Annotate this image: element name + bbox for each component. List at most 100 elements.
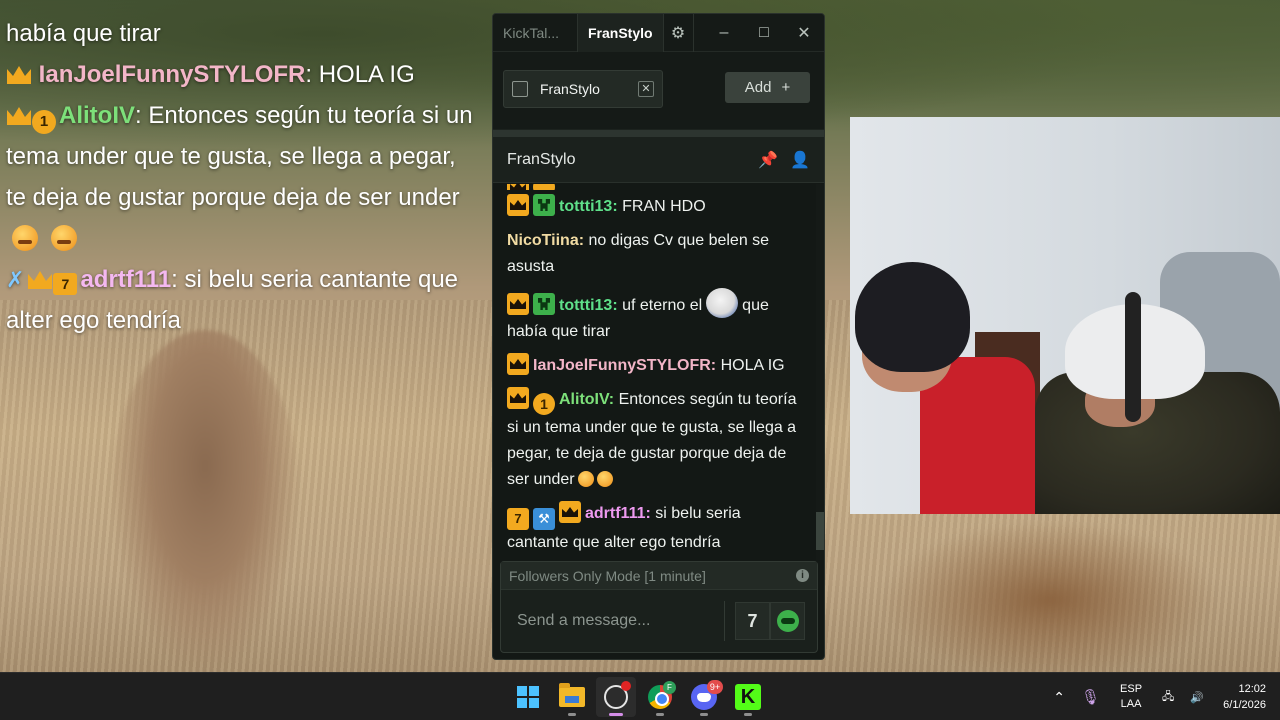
subscriber-badge-icon: 1 [32, 110, 56, 134]
chat-message: 1 AlitoIV: Entonces según tu teoría si un… [507, 387, 805, 493]
system-tray: ⌃ 🎙 ESP LAA 🖧 🔊 12:02 6/1/2026 [1045, 673, 1280, 720]
start-button[interactable] [508, 677, 548, 717]
background-deer [110, 330, 300, 670]
channel-avatar-icon [512, 81, 528, 97]
overlay-message-text: HOLA IG [318, 61, 415, 88]
chat-message: 7 ⚒ adrtf111: si belu seria cantante que a… [507, 501, 805, 556]
clock-date: 6/1/2026 [1223, 699, 1266, 711]
channel-header-title: FranStylo [507, 150, 576, 168]
crown-badge-icon [28, 271, 53, 289]
overlay-message: ✗ 7 adrtf111: si belu seria cantante que a… [6, 259, 476, 341]
chat-username[interactable]: tottti13 [559, 297, 612, 314]
discord-notification-badge: 9+ [707, 680, 723, 694]
user-icon[interactable]: 👤 [790, 150, 810, 170]
file-explorer-button[interactable] [552, 677, 592, 717]
chat-username[interactable]: NicoTiina [507, 232, 579, 249]
language-code: ESP [1120, 683, 1143, 695]
header-icons: 📌 👤 [758, 150, 810, 170]
show-hidden-icons-chevron-icon[interactable]: ⌃ [1045, 673, 1073, 720]
chat-text: uf eterno el [622, 297, 703, 314]
discord-button[interactable]: 9+ [684, 677, 724, 717]
info-icon[interactable]: i [796, 569, 809, 582]
followers-only-notice: Followers Only Mode [1 minute] i [501, 562, 817, 590]
overlay-username: adrtf111 [80, 266, 172, 293]
crown-badge-icon [507, 387, 529, 409]
crown-badge-icon [7, 107, 31, 125]
folder-icon [559, 683, 585, 707]
clock[interactable]: 12:02 6/1/2026 [1212, 673, 1280, 720]
seven-tv-badge-icon: 7 [507, 508, 529, 530]
add-channel-button[interactable]: Add + [725, 72, 810, 103]
settings-gear-icon[interactable]: ⚙ [664, 14, 694, 52]
tab-franstylo[interactable]: FranStylo [577, 14, 664, 52]
webcam-video [850, 117, 1280, 514]
network-icon[interactable]: 🖧 [1154, 673, 1182, 720]
followers-only-label: Followers Only Mode [1 minute] [509, 567, 706, 584]
kick-emote-icon [776, 610, 799, 632]
overlay-username: IanJoelFunnySTYLOFR [38, 61, 306, 88]
chat-message: tottti13: FRAN HDO [507, 194, 805, 220]
close-button[interactable]: ✕ [784, 14, 824, 52]
chat-message: NicoTiina: no digas Cv que belen se asus… [507, 232, 770, 275]
chat-text: HOLA IG [720, 357, 785, 374]
taskbar-apps: F 9+ K [508, 673, 768, 720]
crown-badge-icon [507, 184, 529, 190]
overlay-message: 1 AlitoIV: Entonces según tu teoría si un… [6, 95, 476, 259]
message-input[interactable] [501, 601, 725, 641]
partial-message [507, 184, 805, 190]
crown-badge-icon [507, 194, 529, 216]
pin-icon[interactable]: 📌 [758, 150, 778, 170]
chat-scrollbar-thumb[interactable] [816, 512, 824, 550]
chat-input-area: Followers Only Mode [1 minute] i 7 [500, 561, 818, 653]
seven-tv-emote-button[interactable]: 7 [735, 602, 770, 640]
video-person-right [1035, 292, 1280, 514]
overlay-message: IanJoelFunnySTYLOFR: HOLA IG [6, 54, 476, 95]
chrome-button[interactable]: F [640, 677, 680, 717]
troll-emote-icon [706, 288, 739, 318]
stream-chat-overlay: había que tirar IanJoelFunnySTYLOFR: HOL… [6, 0, 476, 341]
windows-taskbar: F 9+ K ⌃ 🎙 ESP LAA 🖧 🔊 12:02 6/1/2026 [0, 672, 1280, 720]
creeper-badge-icon [533, 194, 555, 216]
chat-username[interactable]: IanJoelFunnySTYLOFR [533, 357, 711, 374]
kick-emote-button[interactable] [770, 602, 805, 640]
tabs-scrollbar[interactable] [493, 130, 824, 137]
chat-text: FRAN HDO [622, 198, 706, 215]
chat-scrollbar[interactable] [816, 184, 824, 560]
keyboard-layout: LAA [1120, 698, 1142, 710]
crown-badge-icon [559, 501, 581, 523]
channel-tabs-bar: FranStylo ✕ Add + [493, 52, 824, 130]
chat-username[interactable]: tottti13 [559, 198, 612, 215]
kicktalk-window: KickTal... FranStylo ⚙ – □ ✕ FranStylo ✕… [492, 13, 825, 660]
channel-header: FranStylo 📌 👤 [493, 137, 824, 183]
window-titlebar[interactable]: KickTal... FranStylo ⚙ – □ ✕ [493, 14, 824, 52]
chat-message-list[interactable]: tottti13: FRAN HDO NicoTiina: no digas C… [493, 184, 819, 560]
crown-badge-icon [7, 66, 31, 84]
channel-tab-franstylo[interactable]: FranStylo ✕ [503, 70, 663, 108]
video-person-left [850, 262, 1035, 514]
kick-icon: K [735, 684, 761, 710]
message-input-row: 7 [501, 590, 817, 652]
close-tab-icon[interactable]: ✕ [638, 81, 654, 97]
obs-button[interactable] [596, 677, 636, 717]
creeper-badge-icon [533, 293, 555, 315]
kick-button[interactable]: K [728, 677, 768, 717]
volume-icon[interactable]: 🔊 [1182, 673, 1212, 720]
chat-username[interactable]: AlitoIV [559, 391, 609, 408]
seven-tv-badge-icon: 7 [53, 273, 78, 295]
chat-username[interactable]: adrtf111 [585, 505, 645, 522]
plus-icon: + [781, 79, 791, 96]
subscriber-badge-icon [533, 184, 555, 190]
recording-dot-icon [621, 681, 631, 691]
language-indicator[interactable]: ESP LAA [1108, 673, 1154, 720]
microphone-icon[interactable]: 🎙 [1073, 673, 1108, 720]
tab-kicktalk[interactable]: KickTal... [493, 14, 577, 52]
thinking-emoji-icon [50, 225, 77, 251]
overlay-message: había que tirar [6, 13, 476, 54]
maximize-button[interactable]: □ [744, 14, 784, 52]
window-controls: – □ ✕ [704, 14, 824, 52]
background-deer-blur [880, 520, 1220, 672]
thinking-emoji-icon [596, 471, 613, 487]
minimize-button[interactable]: – [704, 14, 744, 52]
overlay-message-text: había que tirar [6, 20, 161, 47]
crown-badge-icon [507, 353, 529, 375]
